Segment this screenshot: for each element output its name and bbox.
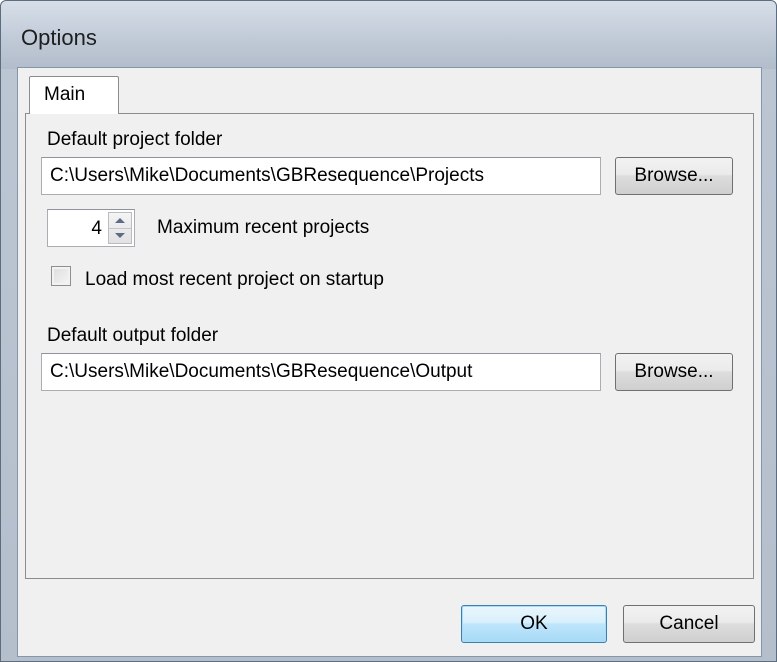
browse-project-folder-button[interactable]: Browse... [615, 157, 733, 195]
project-folder-label: Default project folder [47, 129, 223, 150]
max-recent-spinner[interactable]: 4 [47, 209, 135, 247]
window-title: Options [21, 25, 97, 50]
tab-main-label: Main [44, 84, 86, 105]
output-folder-input[interactable] [41, 353, 601, 391]
tab-main[interactable]: Main [29, 76, 119, 114]
cancel-button[interactable]: Cancel [623, 605, 755, 643]
spin-up-arrow-icon [115, 218, 125, 223]
browse-output-folder-button[interactable]: Browse... [615, 353, 733, 391]
spinner-buttons [108, 212, 132, 244]
output-folder-label: Default output folder [47, 325, 219, 346]
title-bar[interactable]: Options [1, 1, 776, 69]
project-folder-input[interactable] [41, 157, 601, 195]
spin-down-arrow-icon [115, 233, 125, 238]
spin-up-button[interactable] [109, 213, 131, 229]
load-recent-label[interactable]: Load most recent project on startup [85, 269, 384, 291]
spin-down-button[interactable] [109, 228, 131, 243]
load-recent-checkbox[interactable] [51, 266, 71, 286]
options-dialog: Options Main Default project folder Brow… [0, 0, 777, 662]
max-recent-label: Maximum recent projects [157, 217, 370, 238]
max-recent-value: 4 [91, 218, 102, 239]
ok-button[interactable]: OK [461, 605, 607, 643]
